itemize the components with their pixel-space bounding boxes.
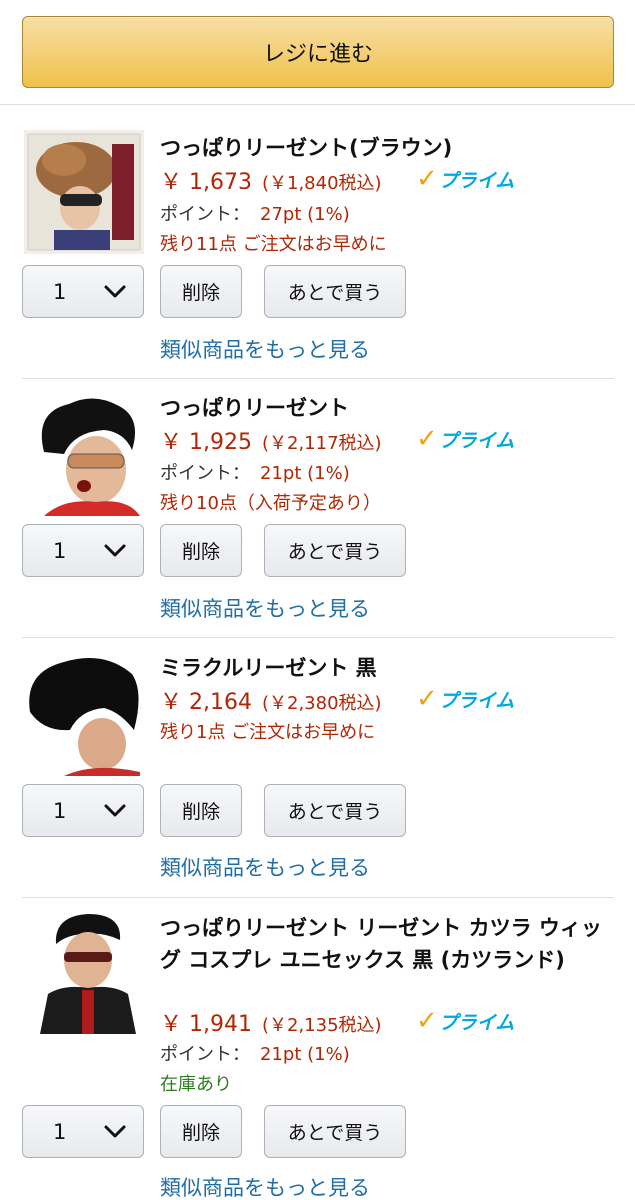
chevron-down-icon <box>104 285 126 297</box>
checkout-button[interactable]: レジに進む <box>22 16 614 88</box>
prime-check-icon: ✓ <box>416 424 438 454</box>
stock-status: 残り1点 ご注文はお早めに <box>160 722 376 743</box>
points-label: ポイント： <box>160 463 250 484</box>
points: ポイント： 21pt (1%) <box>160 1040 350 1066</box>
quantity-value: 1 <box>53 798 67 823</box>
delete-button[interactable]: 削除 <box>160 265 242 318</box>
delete-button[interactable]: 削除 <box>160 784 242 837</box>
price-line: ￥ 1,941 (￥2,135税込) <box>160 1006 382 1037</box>
quantity-value: 1 <box>53 538 67 563</box>
prime-badge: ✓ プライム <box>416 684 514 714</box>
price: ￥ 1,941 <box>160 1012 252 1037</box>
prime-badge: ✓ プライム <box>416 1006 514 1036</box>
prime-check-icon: ✓ <box>416 164 438 194</box>
points-label: ポイント： <box>160 204 250 225</box>
chevron-down-icon <box>104 544 126 556</box>
product-title[interactable]: つっぱりリーゼント <box>160 392 610 424</box>
see-similar-link[interactable]: 類似商品をもっと見る <box>160 593 370 623</box>
see-similar-link[interactable]: 類似商品をもっと見る <box>160 852 370 882</box>
prime-badge: ✓ プライム <box>416 424 514 454</box>
delete-button[interactable]: 削除 <box>160 524 242 577</box>
stock-status: 残り11点 ご注文はお早めに <box>160 234 387 255</box>
divider <box>0 104 635 105</box>
product-image[interactable] <box>24 392 144 516</box>
prime-badge: ✓ プライム <box>416 164 514 194</box>
price: ￥ 1,673 <box>160 170 252 195</box>
product-title[interactable]: つっぱりリーゼント リーゼント カツラ ウィッグ コスプレ ユニセックス 黒 (… <box>160 912 610 976</box>
product-title[interactable]: つっぱりリーゼント(ブラウン) <box>160 132 610 164</box>
points: ポイント： 21pt (1%) <box>160 459 350 485</box>
save-for-later-button[interactable]: あとで買う <box>264 524 406 577</box>
see-similar-link[interactable]: 類似商品をもっと見る <box>160 334 370 364</box>
points-value: 27pt (1%) <box>260 204 350 225</box>
product-image[interactable] <box>24 910 144 1034</box>
price: ￥ 2,164 <box>160 690 252 715</box>
quantity-value: 1 <box>53 1119 67 1144</box>
product-title[interactable]: ミラクルリーゼント 黒 <box>160 652 610 684</box>
points-value: 21pt (1%) <box>260 1044 350 1065</box>
points-label: ポイント： <box>160 1044 250 1065</box>
chevron-down-icon <box>104 804 126 816</box>
divider <box>22 637 614 638</box>
prime-label: プライム <box>438 1011 515 1034</box>
chevron-down-icon <box>104 1125 126 1137</box>
price-tax: (￥2,380税込) <box>261 693 382 714</box>
product-image[interactable] <box>24 130 144 254</box>
divider <box>22 378 614 379</box>
stock-status: 在庫あり <box>160 1074 232 1095</box>
prime-check-icon: ✓ <box>416 684 438 714</box>
prime-label: プライム <box>438 689 515 712</box>
price-tax: (￥1,840税込) <box>261 173 382 194</box>
divider <box>22 897 614 898</box>
price-tax: (￥2,117税込) <box>261 433 382 454</box>
points-value: 21pt (1%) <box>260 463 350 484</box>
quantity-select[interactable]: 1 <box>22 265 144 318</box>
quantity-select[interactable]: 1 <box>22 784 144 837</box>
prime-check-icon: ✓ <box>416 1006 438 1036</box>
price-line: ￥ 1,925 (￥2,117税込) <box>160 424 382 455</box>
save-for-later-button[interactable]: あとで買う <box>264 784 406 837</box>
price-line: ￥ 2,164 (￥2,380税込) <box>160 684 382 715</box>
points: ポイント： 27pt (1%) <box>160 200 350 226</box>
prime-label: プライム <box>438 429 515 452</box>
quantity-select[interactable]: 1 <box>22 1105 144 1158</box>
save-for-later-button[interactable]: あとで買う <box>264 1105 406 1158</box>
delete-button[interactable]: 削除 <box>160 1105 242 1158</box>
quantity-value: 1 <box>53 279 67 304</box>
quantity-select[interactable]: 1 <box>22 524 144 577</box>
product-image[interactable] <box>24 652 144 776</box>
prime-label: プライム <box>438 169 515 192</box>
price: ￥ 1,925 <box>160 430 252 455</box>
price-line: ￥ 1,673 (￥1,840税込) <box>160 164 382 195</box>
see-similar-link[interactable]: 類似商品をもっと見る <box>160 1172 370 1200</box>
stock-status: 残り10点（入荷予定あり） <box>160 493 381 514</box>
price-tax: (￥2,135税込) <box>261 1015 382 1036</box>
save-for-later-button[interactable]: あとで買う <box>264 265 406 318</box>
